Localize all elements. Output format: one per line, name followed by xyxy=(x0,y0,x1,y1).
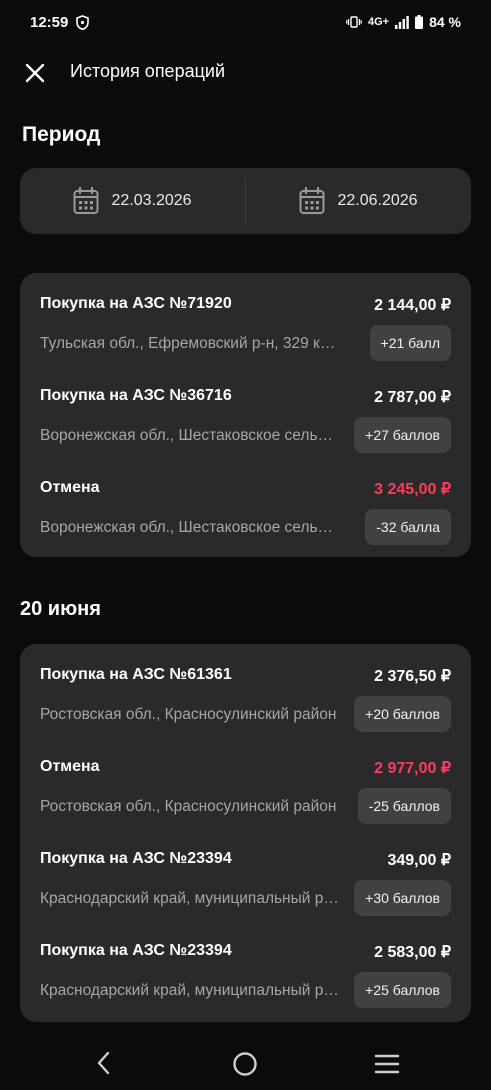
operation-title: Покупка на АЗС №23394 xyxy=(40,942,232,959)
calendar-icon xyxy=(73,187,99,214)
vibrate-icon xyxy=(346,16,362,28)
close-button[interactable] xyxy=(20,58,50,88)
operations-card: Покупка на АЗС №71920 2 144,00 ₽ Тульска… xyxy=(20,273,471,557)
date-to-value: 22.06.2026 xyxy=(337,192,418,209)
signal-icon xyxy=(395,15,409,29)
operation-address: Воронежская обл., Шестаковское сельское … xyxy=(40,519,340,536)
app-header: История операций xyxy=(0,52,491,92)
system-nav-bar xyxy=(0,1040,491,1090)
operation-amount: 2 144,00 ₽ xyxy=(374,297,451,314)
operation-amount: 2 977,00 ₽ xyxy=(374,760,451,777)
operation-item[interactable]: Покупка на АЗС №61361 2 376,50 ₽ Ростовс… xyxy=(20,666,471,758)
status-right: 4G+ 84 % xyxy=(346,14,461,30)
operation-address: Краснодарский край, муниципальный район xyxy=(40,982,340,999)
nav-home-icon[interactable] xyxy=(232,1051,258,1077)
page-title: История операций xyxy=(70,61,226,81)
period-title: Период xyxy=(22,123,101,146)
network-type: 4G+ xyxy=(367,16,390,28)
points-badge: +30 баллов xyxy=(354,880,451,916)
date-to-field[interactable]: 22.06.2026 xyxy=(246,168,471,234)
operation-item[interactable]: Отмена 3 245,00 ₽ Воронежская обл., Шест… xyxy=(20,479,471,571)
day-header: 20 июня xyxy=(20,598,101,620)
operation-title: Покупка на АЗС №71920 xyxy=(40,295,232,312)
nav-back-icon[interactable] xyxy=(92,1050,116,1076)
operation-title: Покупка на АЗС №61361 xyxy=(40,666,232,683)
points-badge: +27 баллов xyxy=(354,417,451,453)
operation-address: Тульская обл., Ефремовский р-н, 329 км а… xyxy=(40,335,340,352)
operation-title: Отмена xyxy=(40,758,100,775)
operation-amount: 3 245,00 ₽ xyxy=(374,481,451,498)
nav-menu-icon[interactable] xyxy=(374,1053,400,1075)
operation-item[interactable]: Покупка на АЗС №36716 2 787,00 ₽ Воронеж… xyxy=(20,387,471,479)
points-badge: +21 балл xyxy=(369,325,451,361)
shield-icon xyxy=(76,15,89,30)
points-badge: -25 баллов xyxy=(357,788,451,824)
close-icon xyxy=(25,63,45,83)
battery-icon xyxy=(415,15,424,29)
battery-level: 84 % xyxy=(429,14,461,30)
operation-amount: 349,00 ₽ xyxy=(387,852,451,869)
operation-title: Покупка на АЗС №36716 xyxy=(40,387,232,404)
operation-address: Краснодарский край, муниципальный район xyxy=(40,890,340,907)
operation-address: Ростовская обл., Красносулинский район xyxy=(40,798,337,815)
operation-title: Отмена xyxy=(40,479,100,496)
points-badge: -32 балла xyxy=(365,509,451,545)
operation-item[interactable]: Покупка на АЗС №23394 349,00 ₽ Краснодар… xyxy=(20,850,471,942)
period-selector: 22.03.2026 22.06.2026 xyxy=(20,168,471,234)
points-badge: +20 баллов xyxy=(354,696,451,732)
date-from-value: 22.03.2026 xyxy=(111,192,192,209)
operation-item[interactable]: Покупка на АЗС №23394 2 583,00 ₽ Краснод… xyxy=(20,942,471,1034)
operation-title: Покупка на АЗС №23394 xyxy=(40,850,232,867)
calendar-icon xyxy=(299,187,325,214)
operation-amount: 2 583,00 ₽ xyxy=(374,944,451,961)
date-from-field[interactable]: 22.03.2026 xyxy=(20,168,245,234)
operation-item[interactable]: Отмена 2 977,00 ₽ Ростовская обл., Красн… xyxy=(20,758,471,850)
operation-amount: 2 376,50 ₽ xyxy=(374,668,451,685)
operation-address: Воронежская обл., Шестаковское сельское … xyxy=(40,427,340,444)
points-badge: +25 баллов xyxy=(354,972,451,1008)
operation-item[interactable]: Покупка на АЗС №71920 2 144,00 ₽ Тульска… xyxy=(20,295,471,387)
status-bar: 12:59 4G+ 84 % xyxy=(0,0,491,46)
operations-card: Покупка на АЗС №61361 2 376,50 ₽ Ростовс… xyxy=(20,644,471,1022)
status-time: 12:59 xyxy=(30,14,69,31)
operation-address: Ростовская обл., Красносулинский район xyxy=(40,706,337,723)
operation-amount: 2 787,00 ₽ xyxy=(374,389,451,406)
